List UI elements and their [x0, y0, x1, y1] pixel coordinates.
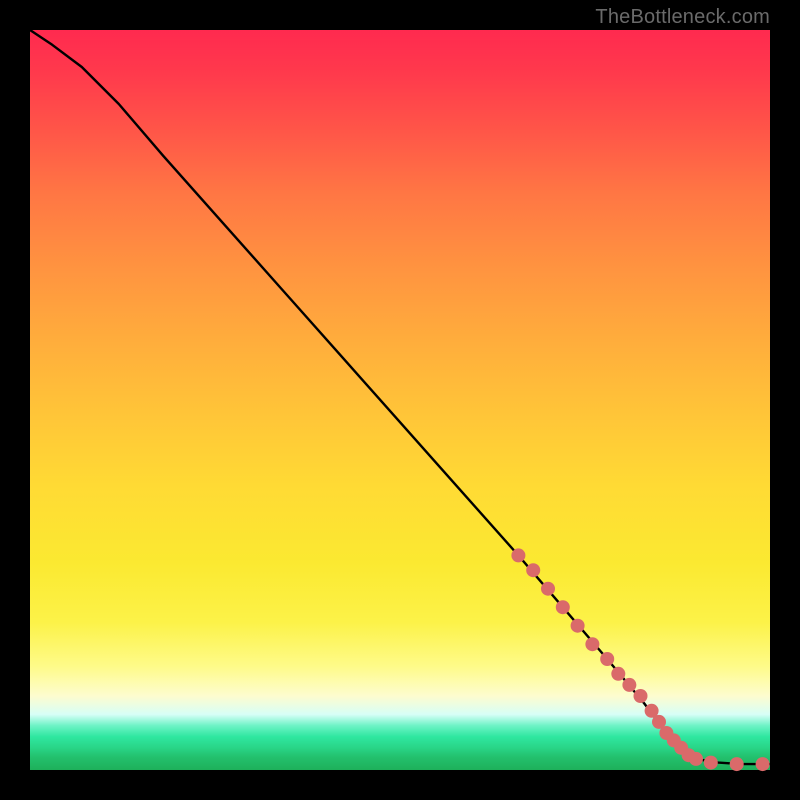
marker-dot — [511, 548, 525, 562]
marker-dot — [585, 637, 599, 651]
marker-dot — [571, 619, 585, 633]
chart-stage: TheBottleneck.com — [0, 0, 800, 800]
marker-dot — [634, 689, 648, 703]
marker-dot — [689, 752, 703, 766]
curve-layer — [30, 30, 770, 770]
watermark-text: TheBottleneck.com — [595, 6, 770, 29]
marker-dot — [704, 756, 718, 770]
bottleneck-curve — [30, 30, 770, 764]
marker-dot — [756, 757, 770, 771]
marker-dot — [556, 600, 570, 614]
marker-dot — [526, 563, 540, 577]
plot-area — [30, 30, 770, 770]
marker-dot — [541, 582, 555, 596]
highlighted-segment — [511, 548, 769, 771]
marker-dot — [600, 652, 614, 666]
marker-dot — [611, 667, 625, 681]
marker-dot — [730, 757, 744, 771]
marker-dot — [622, 678, 636, 692]
